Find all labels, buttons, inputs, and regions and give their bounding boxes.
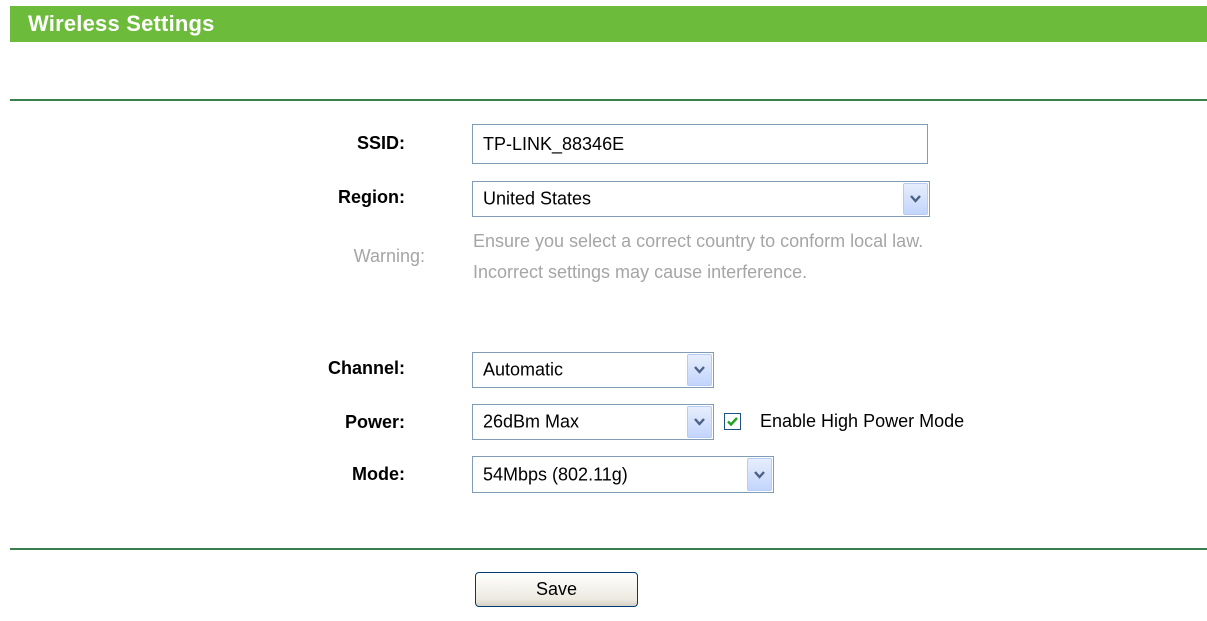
warning-line-2: Incorrect settings may cause interferenc… bbox=[473, 262, 808, 282]
header-bar: Wireless Settings bbox=[10, 6, 1207, 42]
power-label: Power: bbox=[344, 412, 405, 432]
region-select-value: United States bbox=[483, 188, 592, 209]
mode-label: Mode: bbox=[352, 464, 405, 484]
channel-select-value: Automatic bbox=[483, 359, 564, 380]
power-select[interactable]: 26dBm Max bbox=[472, 404, 714, 440]
chevron-down-icon[interactable] bbox=[687, 406, 712, 438]
power-select-value: 26dBm Max bbox=[483, 411, 580, 432]
mode-select[interactable]: 54Mbps (802.11g) bbox=[472, 456, 774, 493]
top-divider bbox=[10, 99, 1207, 101]
save-button[interactable]: Save bbox=[475, 572, 638, 607]
channel-select[interactable]: Automatic bbox=[472, 352, 714, 388]
checkmark-icon bbox=[727, 417, 738, 427]
high-power-checkbox-label[interactable]: Enable High Power Mode bbox=[760, 411, 964, 432]
high-power-checkbox[interactable] bbox=[724, 413, 741, 430]
warning-label: Warning: bbox=[353, 246, 425, 266]
bottom-divider bbox=[10, 548, 1207, 550]
ssid-label: SSID: bbox=[356, 133, 405, 153]
channel-label: Channel: bbox=[327, 358, 405, 378]
chevron-down-icon[interactable] bbox=[903, 183, 928, 215]
region-select[interactable]: United States bbox=[472, 181, 930, 217]
chevron-down-icon[interactable] bbox=[687, 354, 712, 386]
mode-select-value: 54Mbps (802.11g) bbox=[483, 464, 628, 484]
warning-line-1: Ensure you select a correct country to c… bbox=[473, 231, 924, 251]
region-label: Region: bbox=[338, 187, 405, 207]
chevron-down-icon[interactable] bbox=[747, 458, 772, 491]
ssid-input[interactable] bbox=[472, 124, 928, 164]
page-title: Wireless Settings bbox=[28, 11, 215, 36]
